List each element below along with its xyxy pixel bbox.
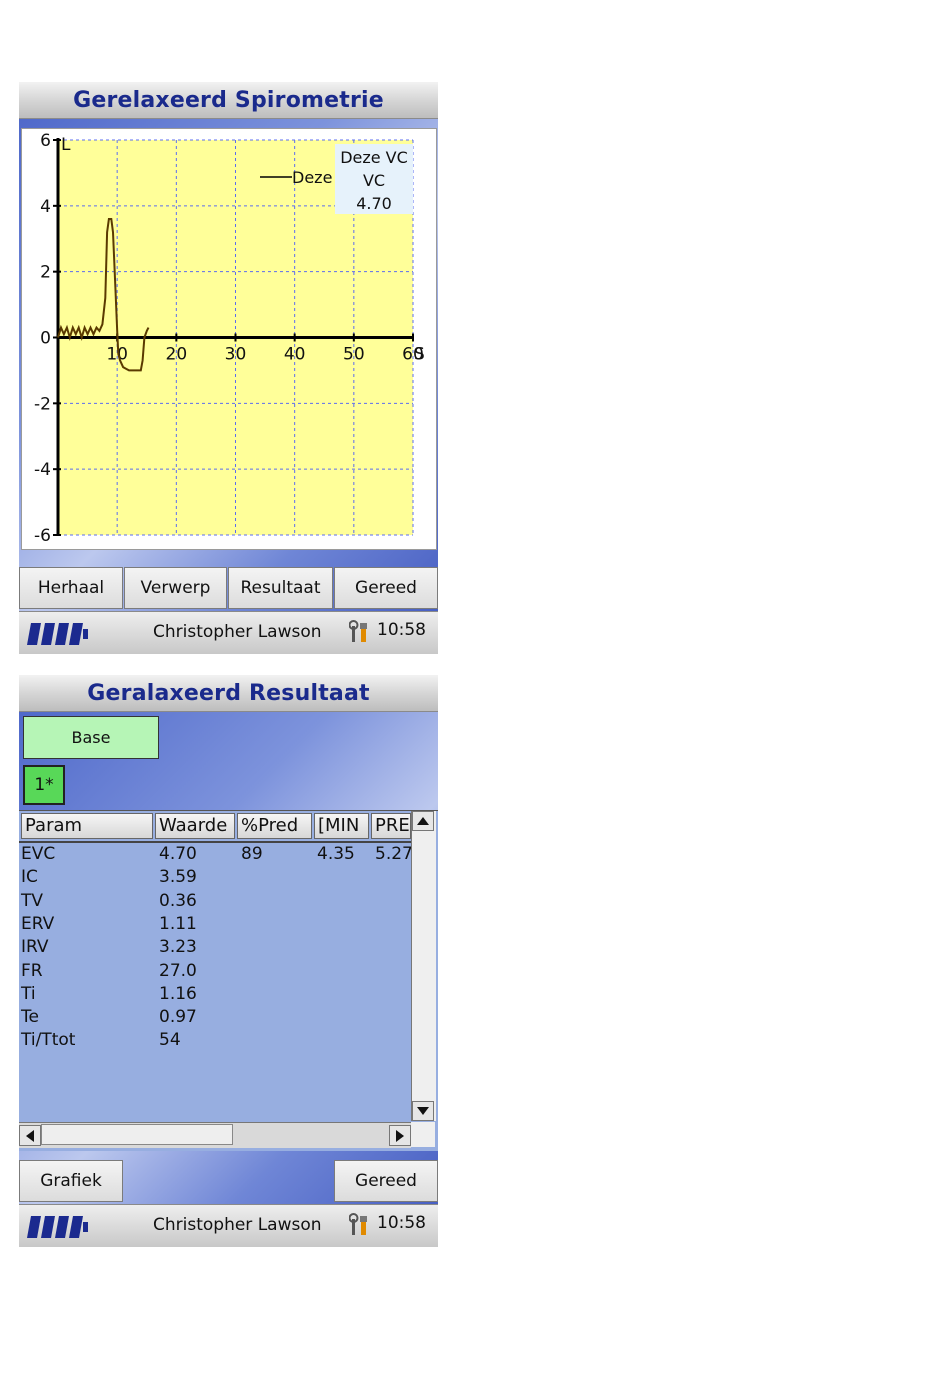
spirometry-screen: Gerelaxeerd Spirometrie 10 20 30 40 50 60 6 4 2 0… bbox=[19, 82, 438, 654]
table-header: Param Waarde %Pred [MIN PRE bbox=[19, 811, 411, 843]
vc-info-line: Deze VC bbox=[340, 148, 408, 167]
graph-button[interactable]: Grafiek bbox=[19, 1160, 123, 1202]
y-tick-label: -4 bbox=[34, 460, 51, 480]
title-bar: Gerelaxeerd Spirometrie bbox=[19, 82, 438, 119]
scroll-down-button[interactable] bbox=[412, 1101, 434, 1121]
y-tick-label: 4 bbox=[40, 197, 51, 217]
trial-button[interactable]: 1* bbox=[23, 765, 65, 805]
action-button-bar: Herhaal Verwerp Resultaat Gereed bbox=[19, 567, 438, 611]
done-button[interactable]: Gereed bbox=[334, 567, 438, 609]
cell-param: EVC bbox=[21, 844, 56, 864]
column-header-param[interactable]: Param bbox=[21, 813, 153, 839]
y-tick-label: 0 bbox=[40, 329, 51, 349]
spirometry-chart: 10 20 30 40 50 60 6 4 2 0 -2 -4 -6 L S Deze Deze VC VC 4.7… bbox=[21, 128, 437, 550]
result-button[interactable]: Resultaat bbox=[228, 567, 333, 609]
clock: 10:58 bbox=[377, 1213, 426, 1233]
legend-label: Deze bbox=[292, 168, 332, 187]
column-header-value[interactable]: Waarde bbox=[155, 813, 235, 839]
results-table[interactable]: Param Waarde %Pred [MIN PRE EVC 4.70 89 4.3… bbox=[19, 810, 438, 1151]
arrow-down-icon bbox=[417, 1107, 429, 1115]
tools-icon[interactable] bbox=[349, 1213, 371, 1237]
cell-value: 1.16 bbox=[159, 983, 197, 1004]
table-row[interactable]: Te 0.97 bbox=[19, 1007, 411, 1030]
user-name: Christopher Lawson bbox=[153, 622, 322, 642]
scroll-corner bbox=[411, 1122, 435, 1147]
cell-param: FR bbox=[21, 960, 43, 981]
vc-info-line: 4.70 bbox=[356, 194, 392, 213]
cell-value: 54 bbox=[159, 1030, 181, 1051]
column-header-min[interactable]: [MIN bbox=[314, 813, 369, 839]
y-tick-label: 2 bbox=[40, 263, 51, 283]
repeat-button[interactable]: Herhaal bbox=[19, 567, 123, 609]
vc-info-line: VC bbox=[363, 171, 385, 190]
cell-param: ERV bbox=[21, 913, 55, 934]
chart-svg: 10 20 30 40 50 606420-2-4-6LSDezeDeze VCVC4.7… bbox=[34, 131, 425, 546]
tools-icon[interactable] bbox=[349, 620, 371, 644]
cell-min: 4.35 bbox=[317, 844, 355, 864]
cell-param: Ti bbox=[21, 983, 36, 1004]
table-row[interactable]: IC 3.59 bbox=[19, 867, 411, 890]
column-header-pre[interactable]: PRE bbox=[371, 813, 411, 839]
action-button-bar: Grafiek Gereed bbox=[19, 1160, 438, 1204]
cell-value: 3.23 bbox=[159, 937, 197, 958]
y-tick-label: -6 bbox=[34, 526, 51, 546]
cell-param: TV bbox=[21, 890, 44, 911]
cell-param: Te bbox=[21, 1007, 39, 1028]
table-row[interactable]: EVC 4.70 89 4.35 5.27 bbox=[19, 844, 413, 867]
x-tick-label: 30 bbox=[225, 345, 247, 365]
done-button[interactable]: Gereed bbox=[334, 1160, 438, 1202]
cell-value: 0.97 bbox=[159, 1007, 197, 1028]
table-row[interactable]: IRV 3.23 bbox=[19, 937, 411, 960]
column-header-pred[interactable]: %Pred bbox=[237, 813, 312, 839]
scroll-left-button[interactable] bbox=[19, 1125, 41, 1146]
cell-pred: 89 bbox=[241, 844, 263, 864]
y-tick-label: -2 bbox=[34, 394, 51, 414]
title-bar: Geralaxeerd Resultaat bbox=[19, 675, 438, 712]
battery-icon bbox=[27, 1216, 88, 1238]
cell-value: 4.70 bbox=[159, 844, 197, 864]
x-tick-label: 20 bbox=[166, 345, 188, 365]
cell-param: Ti/Ttot bbox=[21, 1030, 76, 1051]
scroll-right-button[interactable] bbox=[389, 1125, 411, 1146]
cell-value: 0.36 bbox=[159, 890, 197, 911]
arrow-left-icon bbox=[26, 1129, 34, 1142]
screen-title: Geralaxeerd Resultaat bbox=[87, 680, 370, 706]
arrow-right-icon bbox=[396, 1129, 404, 1142]
battery-icon bbox=[27, 623, 88, 645]
clock: 10:58 bbox=[377, 620, 426, 640]
horizontal-scrollbar[interactable] bbox=[19, 1122, 411, 1148]
status-bar: Christopher Lawson 10:58 bbox=[19, 611, 438, 654]
x-tick-label: 50 bbox=[343, 345, 365, 365]
scroll-up-button[interactable] bbox=[412, 811, 434, 831]
cell-pre: 5.27 bbox=[375, 844, 413, 864]
status-bar: Christopher Lawson 10:58 bbox=[19, 1204, 438, 1247]
x-tick-label: 40 bbox=[284, 345, 306, 365]
cell-value: 27.0 bbox=[159, 960, 197, 981]
table-row[interactable]: ERV 1.11 bbox=[19, 914, 411, 937]
user-name: Christopher Lawson bbox=[153, 1215, 322, 1235]
y-tick-label: 6 bbox=[40, 131, 51, 151]
cell-param: IC bbox=[21, 867, 38, 888]
result-screen: Geralaxeerd Resultaat Base 1* Param Waar… bbox=[19, 675, 438, 1247]
screen-title: Gerelaxeerd Spirometrie bbox=[73, 87, 384, 113]
cell-param: IRV bbox=[21, 937, 49, 958]
vertical-scrollbar[interactable] bbox=[411, 811, 436, 1121]
x-axis-unit: S bbox=[414, 345, 425, 365]
y-axis-unit: L bbox=[61, 135, 71, 155]
cell-value: 1.11 bbox=[159, 913, 197, 934]
cell-value: 3.59 bbox=[159, 867, 197, 888]
table-row[interactable]: TV 0.36 bbox=[19, 891, 411, 914]
table-row[interactable]: Ti 1.16 bbox=[19, 984, 411, 1007]
arrow-up-icon bbox=[417, 817, 429, 825]
reject-button[interactable]: Verwerp bbox=[124, 567, 227, 609]
base-button[interactable]: Base bbox=[23, 716, 159, 759]
horizontal-scroll-thumb[interactable] bbox=[41, 1124, 233, 1145]
table-row[interactable]: FR 27.0 bbox=[19, 961, 411, 984]
table-row[interactable]: Ti/Ttot 54 bbox=[19, 1030, 411, 1053]
